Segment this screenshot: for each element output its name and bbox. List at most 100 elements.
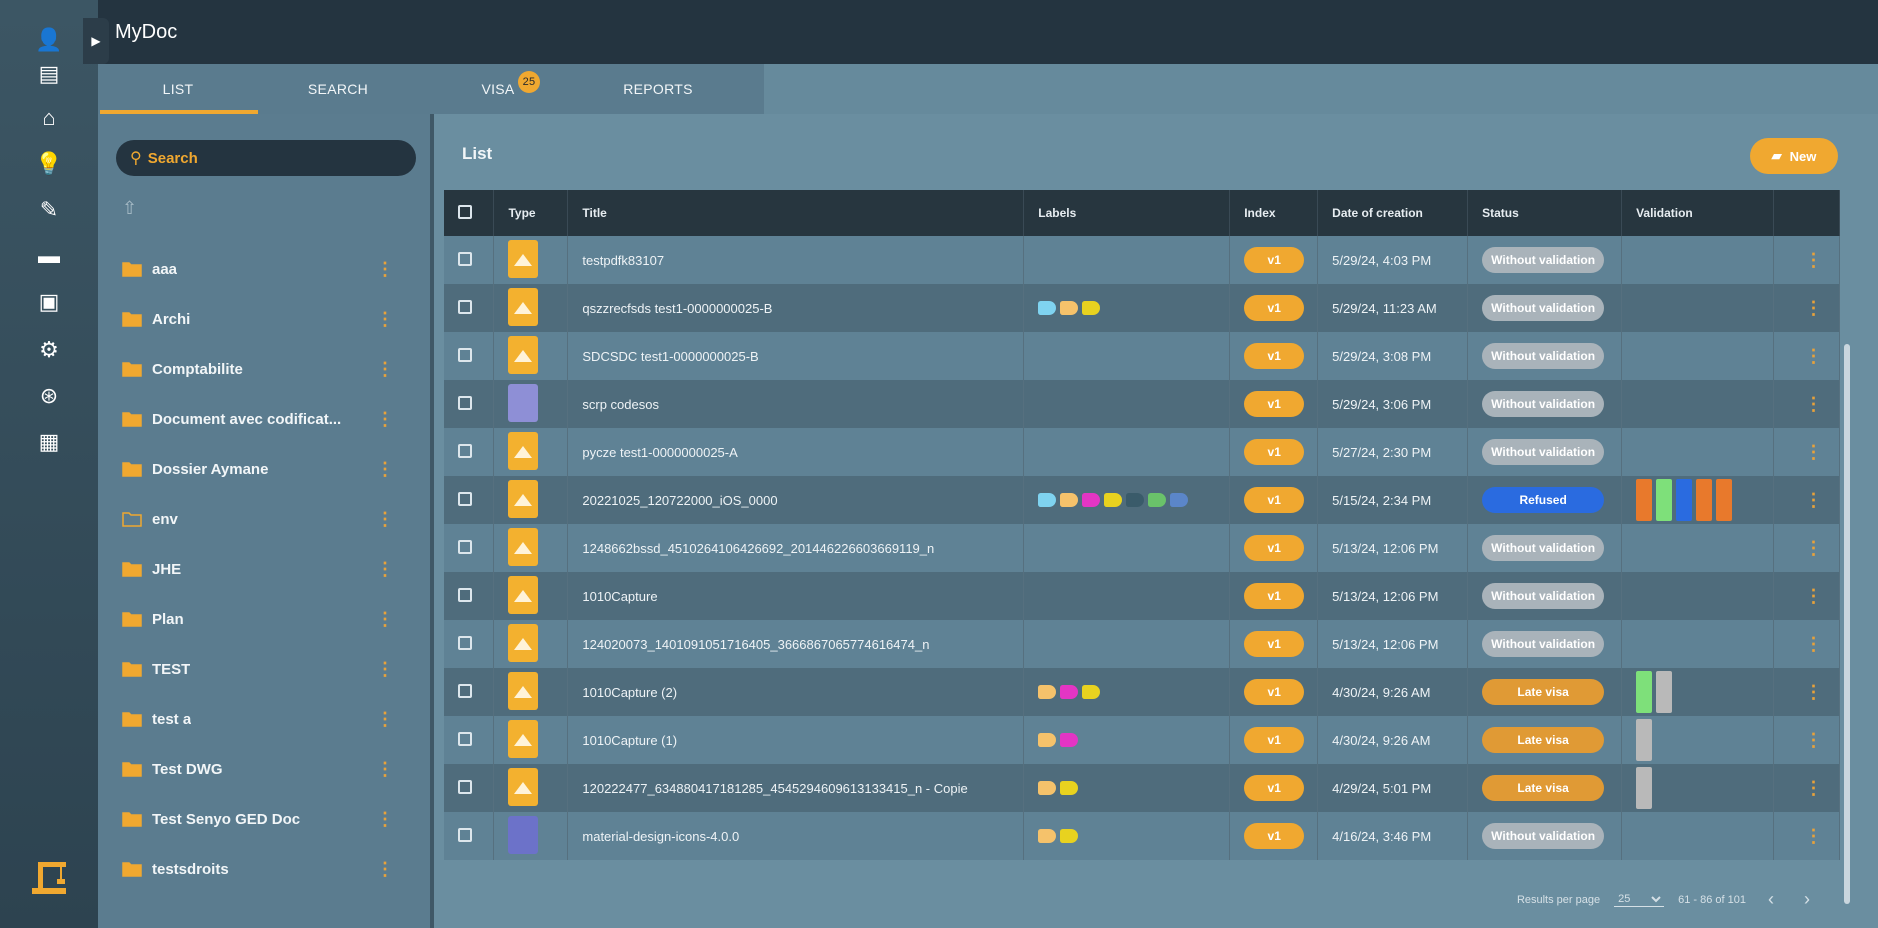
folder-item[interactable]: Test Senyo GED Doc ⋮	[98, 794, 408, 844]
folder-search-input[interactable]	[147, 149, 388, 167]
table-scrollbar[interactable]	[1844, 344, 1850, 904]
folder-search[interactable]: ⚲	[116, 140, 416, 176]
row-checkbox[interactable]	[458, 683, 472, 698]
folder-item[interactable]: Test DWG ⋮	[98, 744, 408, 794]
list-icon[interactable]: ▤	[29, 54, 69, 94]
title-cell[interactable]: qszzrecfsds test1-0000000025-B	[567, 284, 1025, 332]
table-row[interactable]: 1010Capture (2) v1 4/30/24, 9:26 AM Late vi…	[444, 668, 1840, 716]
label-tag-icon[interactable]	[1038, 493, 1057, 507]
folder-menu-icon[interactable]: ⋮	[376, 859, 394, 880]
title-cell[interactable]: 1010Capture (1)	[567, 716, 1025, 764]
validation-step[interactable]	[1636, 671, 1653, 713]
folder-item[interactable]: Archi ⋮	[98, 294, 408, 344]
table-row[interactable]: 20221025_120722000_iOS_0000 v1 5/15/24, 2:…	[444, 476, 1840, 524]
folder-menu-icon[interactable]: ⋮	[376, 409, 394, 430]
folder-item[interactable]: Comptabilite ⋮	[98, 344, 408, 394]
label-tag-icon[interactable]	[1104, 493, 1123, 507]
row-menu-icon[interactable]: ⋮	[1788, 730, 1839, 751]
row-checkbox[interactable]	[458, 395, 472, 410]
folder-item[interactable]: JHE ⋮	[98, 544, 408, 594]
title-cell[interactable]: 1010Capture (2)	[567, 668, 1025, 716]
folder-item[interactable]: TEST ⋮	[98, 644, 408, 694]
table-row[interactable]: material-design-icons-4.0.0 v1 4/16/24, 3:…	[444, 812, 1840, 860]
folder-menu-icon[interactable]: ⋮	[376, 559, 394, 580]
lightbulb-icon[interactable]: 💡	[29, 144, 69, 184]
label-tag-icon[interactable]	[1170, 493, 1189, 507]
label-tag-icon[interactable]	[1082, 301, 1101, 315]
title-cell[interactable]: 120222477_634880417181285_45452946096131…	[567, 764, 1025, 812]
table-row[interactable]: 1010Capture (1) v1 4/30/24, 9:26 AM Late vi…	[444, 716, 1840, 764]
folder-menu-icon[interactable]: ⋮	[376, 259, 394, 280]
label-tag-icon[interactable]	[1060, 733, 1079, 747]
home-icon[interactable]: ⌂	[29, 98, 69, 138]
validation-step[interactable]	[1716, 479, 1733, 521]
row-menu-icon[interactable]: ⋮	[1788, 250, 1839, 271]
table-row[interactable]: SDCSDC test1-0000000025-B v1 5/29/24, 3:08…	[444, 332, 1840, 380]
table-row[interactable]: scrp codesos v1 5/29/24, 3:06 PM Without va…	[444, 380, 1840, 428]
folder-menu-icon[interactable]: ⋮	[376, 309, 394, 330]
folder-item[interactable]: env ⋮	[98, 494, 408, 544]
validation-step[interactable]	[1636, 767, 1653, 809]
label-tag-icon[interactable]	[1038, 781, 1057, 795]
contact-card-icon[interactable]: ▣	[29, 282, 69, 322]
per-page-select[interactable]: 25	[1614, 892, 1665, 907]
label-tag-icon[interactable]	[1060, 781, 1079, 795]
table-row[interactable]: 1248662bssd_4510264106426692_20144622660…	[444, 524, 1840, 572]
label-tag-icon[interactable]	[1060, 493, 1079, 507]
label-tag-icon[interactable]	[1082, 493, 1101, 507]
folder-menu-icon[interactable]: ⋮	[376, 809, 394, 830]
folder-menu-icon[interactable]: ⋮	[376, 359, 394, 380]
folder-menu-icon[interactable]: ⋮	[376, 509, 394, 530]
validation-step[interactable]	[1676, 479, 1693, 521]
select-all-column-header[interactable]	[444, 190, 495, 236]
row-checkbox[interactable]	[458, 299, 472, 314]
folder-item[interactable]: aaa ⋮	[98, 244, 408, 294]
label-tag-icon[interactable]	[1148, 493, 1167, 507]
title-cell[interactable]: 124020073_1401091051716405_3666867065774…	[567, 620, 1025, 668]
title-cell[interactable]: 20221025_120722000_iOS_0000	[567, 476, 1025, 524]
validation-step[interactable]	[1696, 479, 1713, 521]
label-tag-icon[interactable]	[1060, 685, 1079, 699]
row-checkbox[interactable]	[458, 347, 472, 362]
crane-logo-icon[interactable]	[26, 854, 72, 900]
row-menu-icon[interactable]: ⋮	[1788, 490, 1839, 511]
label-tag-icon[interactable]	[1060, 829, 1079, 843]
tab-visa[interactable]: VISA 25	[418, 64, 578, 114]
expand-sidebar-button[interactable]: ▶	[83, 18, 109, 64]
title-cell[interactable]: SDCSDC test1-0000000025-B	[567, 332, 1025, 380]
row-checkbox[interactable]	[458, 539, 472, 554]
folder-item[interactable]: Document avec codificat... ⋮	[98, 394, 408, 444]
table-row[interactable]: testpdfk83107 v1 5/29/24, 4:03 PM Without v…	[444, 236, 1840, 284]
row-menu-icon[interactable]: ⋮	[1788, 298, 1839, 319]
previous-page-icon[interactable]: ‹	[1760, 889, 1782, 910]
next-page-icon[interactable]: ›	[1796, 889, 1818, 910]
validation-step[interactable]	[1636, 479, 1653, 521]
row-checkbox[interactable]	[458, 491, 472, 506]
row-menu-icon[interactable]: ⋮	[1788, 442, 1839, 463]
label-tag-icon[interactable]	[1082, 685, 1101, 699]
label-tag-icon[interactable]	[1038, 733, 1057, 747]
row-checkbox[interactable]	[458, 635, 472, 650]
parent-folder-arrow-icon[interactable]: ⇧	[122, 198, 137, 219]
help-icon[interactable]: ⊛	[29, 376, 69, 416]
title-cell[interactable]: material-design-icons-4.0.0	[567, 812, 1025, 860]
label-tag-icon[interactable]	[1038, 685, 1057, 699]
select-all-checkbox[interactable]	[458, 204, 472, 219]
label-tag-icon[interactable]	[1060, 301, 1079, 315]
row-checkbox[interactable]	[458, 587, 472, 602]
row-checkbox[interactable]	[458, 827, 472, 842]
label-tag-icon[interactable]	[1038, 829, 1057, 843]
folder-item[interactable]: Dossier Aymane ⋮	[98, 444, 408, 494]
row-checkbox[interactable]	[458, 779, 472, 794]
table-row[interactable]: 120222477_634880417181285_45452946096131…	[444, 764, 1840, 812]
tab-search[interactable]: SEARCH	[258, 64, 418, 114]
table-row[interactable]: 124020073_1401091051716405_3666867065774…	[444, 620, 1840, 668]
title-cell[interactable]: 1010Capture	[567, 572, 1025, 620]
tab-reports[interactable]: REPORTS	[578, 64, 738, 114]
folder-item[interactable]: Plan ⋮	[98, 594, 408, 644]
label-tag-icon[interactable]	[1038, 301, 1057, 315]
row-checkbox[interactable]	[458, 443, 472, 458]
title-cell[interactable]: pycze test1-0000000025-A	[567, 428, 1025, 476]
validation-step[interactable]	[1636, 719, 1653, 761]
folder-menu-icon[interactable]: ⋮	[376, 609, 394, 630]
